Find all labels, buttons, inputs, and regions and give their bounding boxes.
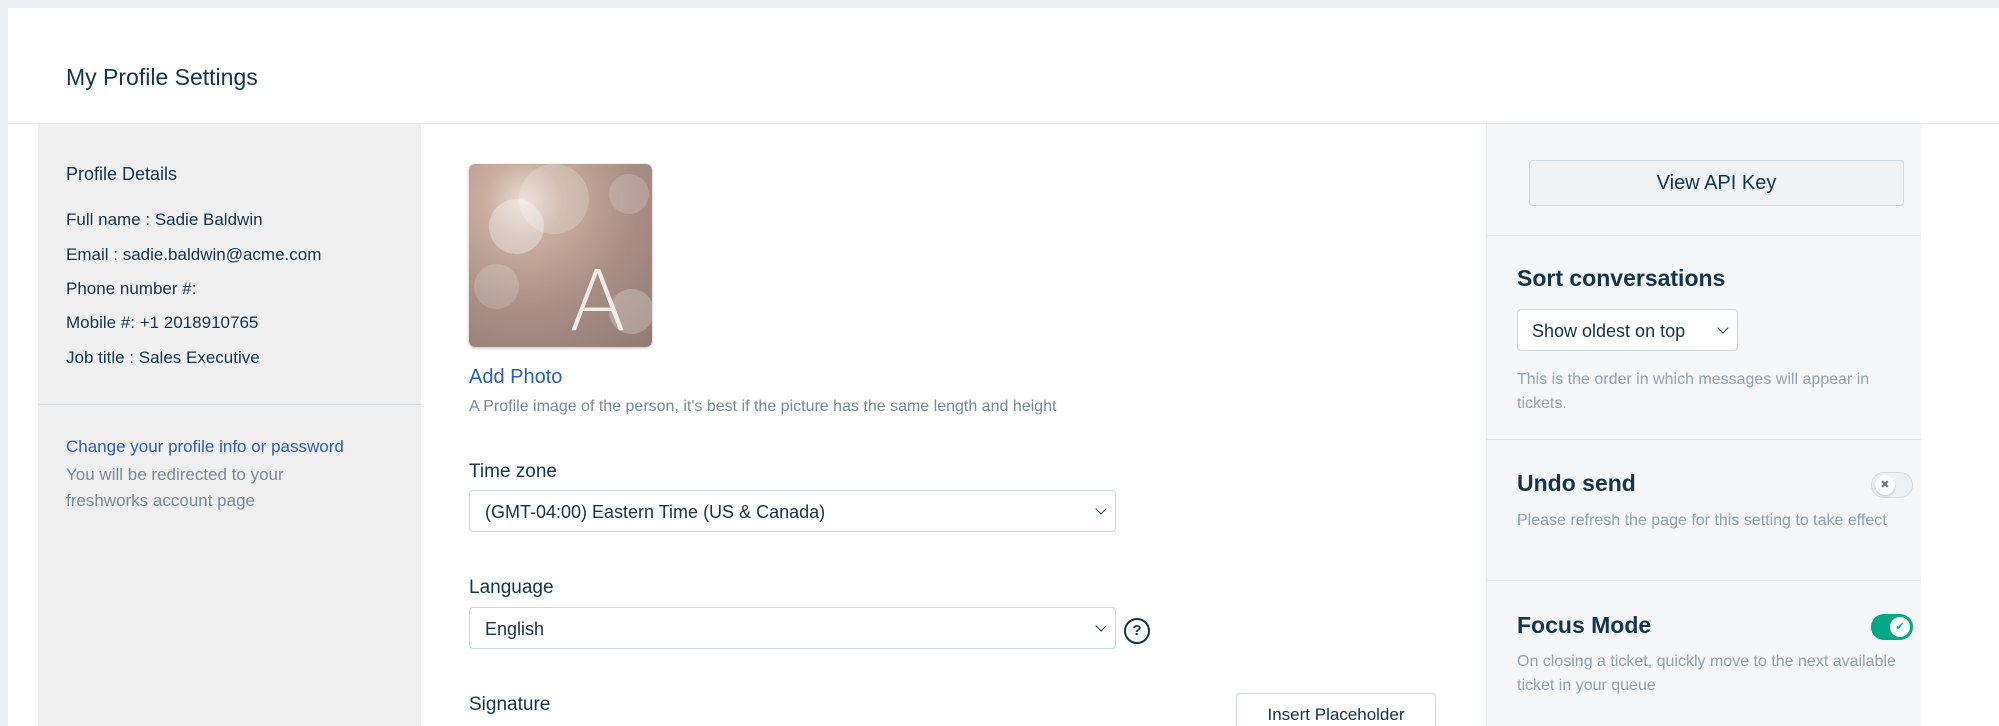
job-title-label: Job title : <box>66 348 139 367</box>
sort-conversations-heading: Sort conversations <box>1517 265 1726 291</box>
divider <box>1487 580 1921 581</box>
chevron-down-icon <box>1095 503 1107 515</box>
divider <box>1487 439 1921 440</box>
email-value: sadie.baldwin@acme.com <box>122 245 322 264</box>
email-row: Email : sadie.baldwin@acme.com <box>66 245 321 265</box>
full-name-label: Full name : <box>66 210 155 229</box>
avatar-letter: A <box>569 252 627 347</box>
undo-send-description: Please refresh the page for this setting… <box>1517 512 1887 529</box>
timezone-select[interactable]: (GMT-04:00) Eastern Time (US & Canada) <box>469 490 1116 532</box>
insert-placeholder-button[interactable]: Insert Placeholder <box>1236 693 1436 726</box>
focus-mode-heading: Focus Mode <box>1517 612 1652 638</box>
chevron-down-icon <box>1717 322 1729 334</box>
mobile-value: +1 2018910765 <box>139 313 259 332</box>
mobile-label: Mobile #: <box>66 313 140 332</box>
signature-label: Signature <box>469 694 551 715</box>
change-profile-link[interactable]: Change your profile info or password <box>66 437 344 457</box>
language-value: English <box>485 619 545 639</box>
sort-order-value: Show oldest on top <box>1532 321 1686 341</box>
email-label: Email : <box>66 245 123 264</box>
job-title-row: Job title : Sales Executive <box>66 348 260 368</box>
mobile-row: Mobile #: +1 2018910765 <box>66 313 258 333</box>
close-icon: ✖ <box>1875 475 1895 495</box>
full-name-row: Full name : Sadie Baldwin <box>66 210 263 230</box>
settings-form: A Add Photo A Profile image of the perso… <box>421 124 1486 726</box>
avatar-bokeh <box>474 264 519 309</box>
check-icon: ✔ <box>1890 617 1910 637</box>
language-select[interactable]: English <box>469 607 1116 649</box>
page-title: My Profile Settings <box>66 64 258 90</box>
focus-mode-description: On closing a ticket, quickly move to the… <box>1517 653 1896 694</box>
divider <box>38 404 421 405</box>
add-photo-link[interactable]: Add Photo <box>469 366 562 389</box>
sort-description: This is the order in which messages will… <box>1517 371 1870 412</box>
undo-send-toggle[interactable]: ✖ <box>1871 472 1913 498</box>
full-name-value: Sadie Baldwin <box>154 210 263 229</box>
job-title-value: Sales Executive <box>138 348 260 367</box>
timezone-label: Time zone <box>469 461 557 482</box>
avatar[interactable]: A <box>469 164 652 347</box>
phone-row: Phone number #: <box>66 279 196 299</box>
language-label: Language <box>469 577 554 598</box>
chevron-down-icon <box>1095 620 1107 632</box>
view-api-key-button[interactable]: View API Key <box>1529 160 1904 206</box>
help-circle-icon[interactable]: ? <box>1124 618 1150 644</box>
avatar-bokeh <box>519 164 589 234</box>
timezone-value: (GMT-04:00) Eastern Time (US & Canada) <box>485 502 826 522</box>
profile-details-heading: Profile Details <box>66 164 178 184</box>
sort-order-select[interactable]: Show oldest on top <box>1517 309 1738 351</box>
redirect-note: You will be redirected to your freshwork… <box>66 465 284 510</box>
focus-mode-toggle[interactable]: ✔ <box>1871 614 1913 640</box>
photo-hint: A Profile image of the person, it's best… <box>469 398 1057 415</box>
undo-send-heading: Undo send <box>1517 470 1636 496</box>
avatar-bokeh <box>609 174 649 214</box>
settings-card: My Profile Settings Profile Details Full… <box>8 8 1999 726</box>
divider <box>1487 235 1921 236</box>
preferences-panel: View API Key Sort conversations Show old… <box>1486 124 1921 726</box>
phone-label: Phone number #: <box>66 279 197 298</box>
profile-details-panel: Profile Details Full name : Sadie Baldwi… <box>38 124 421 726</box>
